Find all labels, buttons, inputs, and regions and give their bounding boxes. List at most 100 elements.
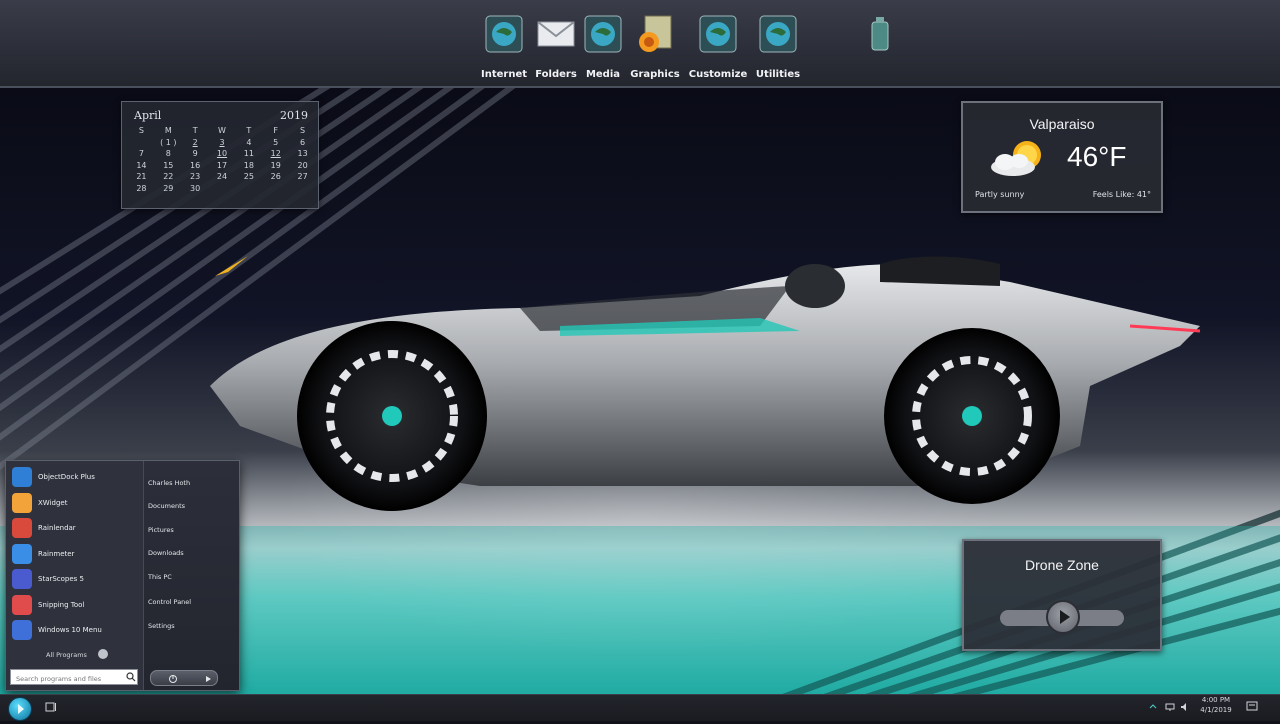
calendar-day[interactable]: [235, 183, 262, 195]
dock-item-graphics[interactable]: Graphics: [628, 0, 682, 86]
calendar-day[interactable]: 7: [128, 148, 155, 160]
xwidget-icon: [12, 492, 32, 513]
calendar-widget[interactable]: April 2019 S M T W T F S( 1 ) 2 3 4 5 6 7 8 9 10 11 12 13 1…: [121, 101, 319, 209]
calendar-day[interactable]: 18: [235, 160, 262, 172]
clock-time[interactable]: 4:00 PM: [1196, 696, 1236, 704]
dock-item-media[interactable]: Media: [578, 0, 628, 86]
task-view-icon[interactable]: [45, 701, 57, 713]
calendar-weekday: T: [246, 126, 252, 135]
search-icon: [126, 672, 136, 682]
start-menu-item-starscopes[interactable]: StarScopes 5: [12, 567, 140, 591]
start-menu-item-label: ObjectDock Plus: [38, 473, 95, 481]
weather-feels-like: Feels Like: 41°: [1092, 190, 1151, 199]
calendar-day[interactable]: 22: [155, 171, 182, 183]
calendar-day[interactable]: 14: [128, 160, 155, 172]
notifications-icon[interactable]: [1246, 701, 1258, 713]
start-menu-item-label: Windows 10 Menu: [38, 626, 102, 634]
start-menu-item-snipping-tool[interactable]: Snipping Tool: [12, 593, 140, 617]
music-player-widget: Drone Zone: [962, 539, 1162, 651]
calendar-day[interactable]: 13: [289, 148, 316, 160]
search-input[interactable]: [10, 669, 138, 685]
calendar-day[interactable]: 11: [235, 148, 262, 160]
calendar-day[interactable]: 23: [182, 171, 209, 183]
calendar-day[interactable]: 29: [155, 183, 182, 195]
calendar-weekday-row: SMTWTFS: [128, 125, 316, 137]
calendar-year: 2019: [280, 109, 308, 122]
calendar-day[interactable]: 5: [262, 137, 289, 149]
calendar-day[interactable]: 9: [182, 148, 209, 160]
show-hidden-icons-chevron-icon[interactable]: [1148, 702, 1158, 712]
calendar-day[interactable]: 20: [289, 160, 316, 172]
top-dock: Internet Folders Media Graphics Customiz…: [0, 0, 1280, 88]
calendar-weekday: S: [300, 126, 306, 135]
clock-date[interactable]: 4/1/2019: [1196, 706, 1236, 714]
calendar-week-row: ( 1 ) 2 3 4 5 6: [128, 137, 316, 149]
all-programs-arrow-button[interactable]: [98, 649, 108, 659]
calendar-day[interactable]: 12: [262, 148, 289, 160]
calendar-day[interactable]: 30: [182, 183, 209, 195]
calendar-day[interactable]: 27: [289, 171, 316, 183]
calendar-day[interactable]: 15: [155, 160, 182, 172]
dock-label: Utilities: [755, 69, 801, 80]
calendar-day[interactable]: 10: [209, 148, 236, 160]
calendar-day[interactable]: 8: [155, 148, 182, 160]
start-menu-item-objectdock[interactable]: ObjectDock Plus: [12, 465, 140, 489]
calendar-day[interactable]: [128, 137, 155, 149]
calendar-day[interactable]: 25: [235, 171, 262, 183]
calendar-week-row: 14 15 16 17 18 19 20: [128, 160, 316, 172]
globe-icon: [699, 15, 737, 53]
volume-icon[interactable]: [1180, 702, 1190, 712]
calendar-day[interactable]: 26: [262, 171, 289, 183]
dock-item-utilities[interactable]: Utilities: [752, 0, 804, 86]
start-menu-item-label: Snipping Tool: [38, 600, 85, 609]
dock-item-recycle-bin[interactable]: [858, 0, 902, 86]
calendar-day[interactable]: 4: [235, 137, 262, 149]
calendar-day[interactable]: [262, 183, 289, 195]
start-menu-item-rainlendar[interactable]: Rainlendar: [12, 516, 140, 540]
globe-icon: [759, 15, 797, 53]
start-menu-item-xwidget[interactable]: XWidget: [12, 491, 140, 515]
rainlendar-icon: [12, 518, 32, 538]
play-icon: [1060, 610, 1070, 624]
start-menu-place-this-pc[interactable]: This PC: [148, 573, 172, 581]
start-menu-item-rainmeter[interactable]: Rainmeter: [12, 542, 140, 566]
calendar-day[interactable]: 17: [209, 160, 236, 172]
calendar-day[interactable]: 2: [182, 137, 209, 149]
calendar-week-row: 7 8 9 10 11 12 13: [128, 148, 316, 160]
calendar-day[interactable]: 28: [128, 183, 155, 195]
start-menu-item-windows-menu[interactable]: Windows 10 Menu: [12, 618, 140, 642]
dock-item-customize[interactable]: Customize: [688, 0, 748, 86]
power-icon: [169, 675, 211, 683]
start-menu-place-control-panel[interactable]: Control Panel: [148, 598, 191, 606]
calendar-day[interactable]: 24: [209, 171, 236, 183]
calendar-day[interactable]: 19: [262, 160, 289, 172]
calendar-grid: S M T W T F S( 1 ) 2 3 4 5 6 7 8 9 10 11 12 13 14 15 16 17 18 19…: [128, 125, 316, 194]
rainmeter-icon: [12, 543, 32, 564]
calendar-day[interactable]: ( 1 ): [155, 137, 182, 149]
dock-item-folders[interactable]: Folders: [528, 0, 584, 86]
weather-widget[interactable]: Valparaiso 46°F Partly sunny Feels Like:…: [961, 101, 1163, 213]
start-menu-place-charles-hoth[interactable]: Charles Hoth: [148, 479, 190, 487]
shutdown-button[interactable]: [150, 670, 218, 686]
start-menu-place-downloads[interactable]: Downloads: [148, 549, 184, 557]
start-menu-place-settings[interactable]: Settings: [148, 622, 175, 630]
calendar-day[interactable]: [209, 183, 236, 195]
calendar-week-row: 21 22 23 24 25 26 27: [128, 171, 316, 183]
calendar-day[interactable]: 21: [128, 171, 155, 183]
start-button[interactable]: [8, 697, 32, 721]
calendar-day[interactable]: 16: [182, 160, 209, 172]
partly-sunny-icon: [991, 141, 1041, 176]
start-menu-item-label: Rainlendar: [38, 524, 76, 532]
start-menu-place-documents[interactable]: Documents: [148, 502, 185, 510]
calendar-day[interactable]: 3: [209, 137, 236, 149]
start-menu-place-pictures[interactable]: Pictures: [148, 526, 174, 534]
calendar-day[interactable]: [289, 183, 316, 195]
dock-item-internet[interactable]: Internet: [474, 0, 534, 86]
weather-temperature: 46°F: [1067, 141, 1127, 172]
play-button[interactable]: [1046, 600, 1080, 634]
graphics-folder-icon: [639, 15, 672, 52]
objectdock-icon: [12, 467, 32, 487]
network-icon[interactable]: [1165, 702, 1175, 712]
calendar-day[interactable]: 6: [289, 137, 316, 149]
all-programs-label[interactable]: All Programs: [46, 651, 87, 659]
